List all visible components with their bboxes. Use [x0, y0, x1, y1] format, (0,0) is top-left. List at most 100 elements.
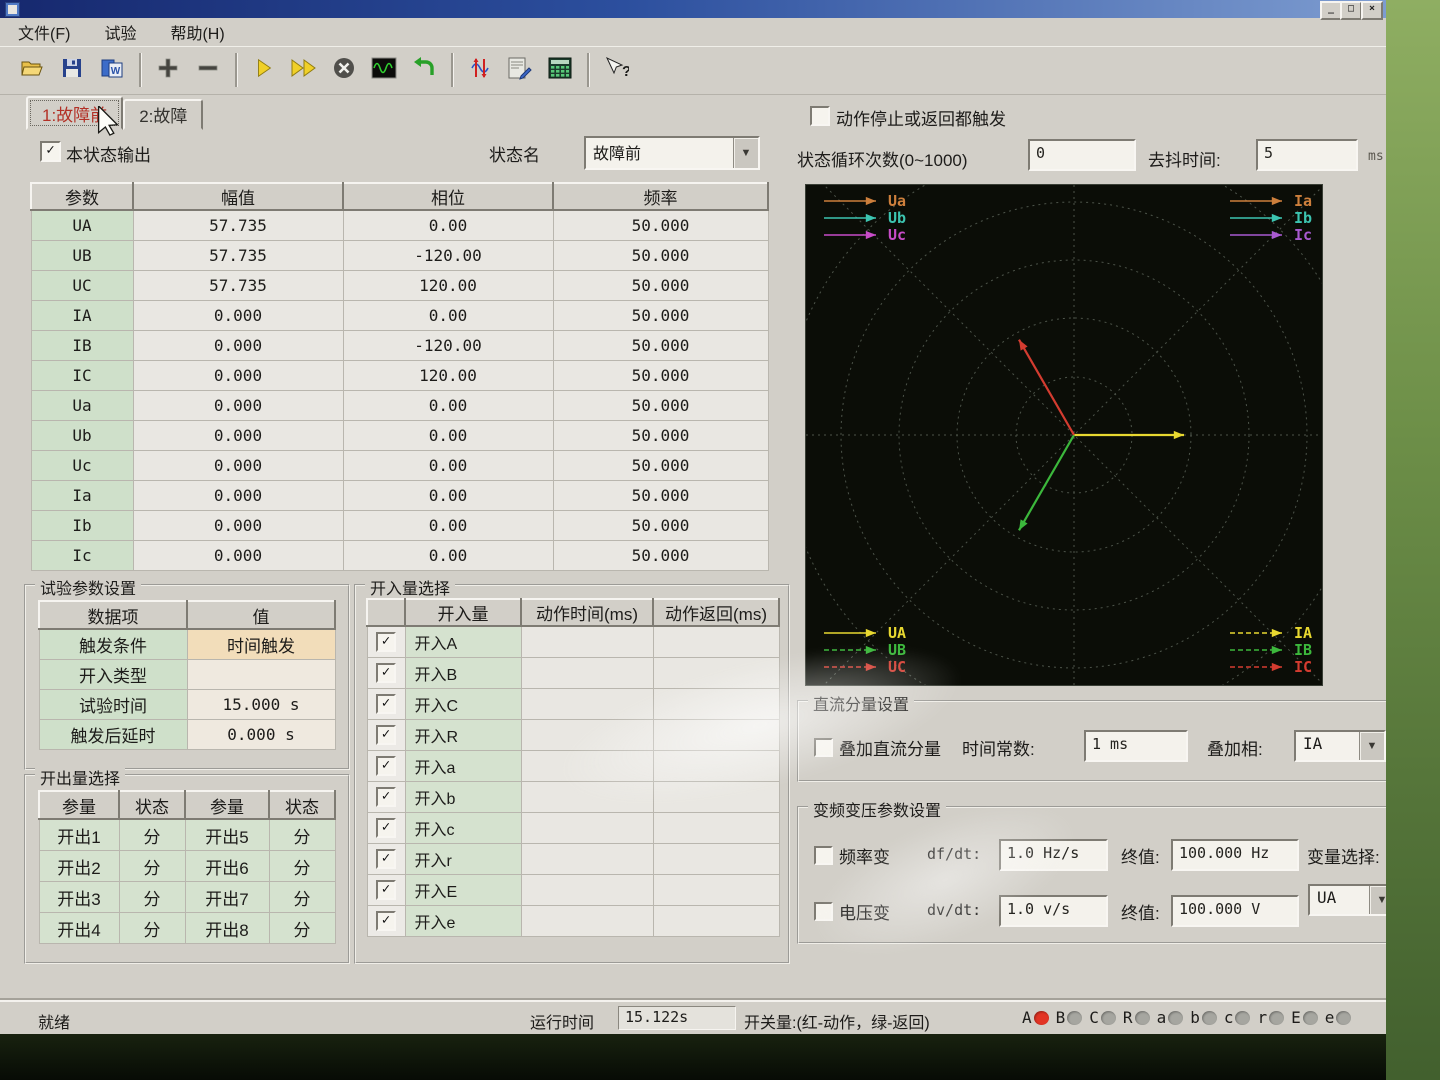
param-value[interactable]: 50.000 [553, 451, 768, 481]
tab-2[interactable]: 2:故障 [123, 99, 203, 130]
action-return-cell[interactable] [653, 906, 779, 937]
param-value[interactable]: 0.000 [133, 361, 343, 391]
param-value[interactable]: 50.000 [553, 511, 768, 541]
output-state[interactable]: 分 [119, 851, 185, 882]
param-value[interactable]: 50.000 [553, 421, 768, 451]
run-button[interactable] [244, 51, 284, 89]
chevron-down-icon[interactable]: ▼ [1359, 732, 1384, 760]
param-value[interactable]: 50.000 [553, 331, 768, 361]
param-value[interactable]: 50.000 [553, 481, 768, 511]
variable-select-dropdown[interactable]: UA ▼ [1308, 884, 1396, 916]
volt-end-input[interactable]: 100.000 V [1171, 895, 1299, 927]
state-output-checkbox[interactable]: ✓ [40, 141, 61, 162]
param-value[interactable]: 0.000 [133, 421, 343, 451]
action-return-cell[interactable] [653, 875, 779, 906]
param-value[interactable]: 50.000 [553, 361, 768, 391]
param-value[interactable]: 50.000 [553, 271, 768, 301]
param-value[interactable]: 50.000 [553, 241, 768, 271]
param-value[interactable]: 0.00 [343, 541, 553, 571]
param-value[interactable]: 0.00 [343, 301, 553, 331]
param-value[interactable]: 50.000 [553, 391, 768, 421]
dc-time-constant-input[interactable]: 1 ms [1084, 730, 1188, 762]
param-value[interactable]: 57.735 [133, 210, 343, 241]
action-time-cell[interactable] [521, 782, 653, 813]
action-time-cell[interactable] [521, 626, 653, 658]
menu-item-1[interactable]: 试验 [100, 18, 140, 46]
param-value[interactable]: 0.00 [343, 391, 553, 421]
action-return-cell[interactable] [653, 782, 779, 813]
param-value[interactable]: 0.00 [343, 421, 553, 451]
test-param-value[interactable]: 时间触发 [187, 629, 335, 660]
param-value[interactable]: 0.000 [133, 331, 343, 361]
action-time-cell[interactable] [521, 689, 653, 720]
freq-end-input[interactable]: 100.000 Hz [1171, 839, 1299, 871]
param-value[interactable]: 0.000 [133, 541, 343, 571]
action-return-cell[interactable] [653, 658, 779, 689]
action-time-cell[interactable] [521, 844, 653, 875]
action-return-cell[interactable] [653, 689, 779, 720]
freq-change-checkbox[interactable] [814, 846, 833, 865]
output-state[interactable]: 分 [269, 851, 335, 882]
param-value[interactable]: 0.00 [343, 481, 553, 511]
waveform-button[interactable] [364, 51, 404, 89]
param-value[interactable]: 50.000 [553, 301, 768, 331]
input-checkbox[interactable]: ✓ [376, 818, 396, 838]
dc-phase-dropdown[interactable]: IA ▼ [1294, 730, 1386, 762]
input-checkbox[interactable]: ✓ [376, 632, 396, 652]
param-value[interactable]: 0.00 [343, 210, 553, 241]
param-value[interactable]: -120.00 [343, 331, 553, 361]
action-return-cell[interactable] [653, 626, 779, 658]
trigger-mode-checkbox[interactable] [810, 106, 830, 126]
dfdt-input[interactable]: 1.0 Hz/s [999, 839, 1108, 871]
export-word-button[interactable]: W [92, 51, 132, 89]
input-checkbox[interactable]: ✓ [376, 880, 396, 900]
param-value[interactable]: 0.00 [343, 451, 553, 481]
param-value[interactable]: 0.000 [133, 391, 343, 421]
action-time-cell[interactable] [521, 875, 653, 906]
param-value[interactable]: -120.00 [343, 241, 553, 271]
test-param-value[interactable]: 0.000 s [187, 720, 335, 750]
test-param-value[interactable] [187, 660, 335, 690]
param-value[interactable]: 0.000 [133, 301, 343, 331]
param-value[interactable]: 57.735 [133, 241, 343, 271]
run-continuous-button[interactable] [284, 51, 324, 89]
volt-change-checkbox[interactable] [814, 902, 833, 921]
remove-button[interactable] [188, 51, 228, 89]
action-return-cell[interactable] [653, 844, 779, 875]
save-button[interactable] [52, 51, 92, 89]
test-param-value[interactable]: 15.000 s [187, 690, 335, 720]
state-name-dropdown[interactable]: 故障前 ▼ [584, 136, 760, 170]
input-checkbox[interactable]: ✓ [376, 756, 396, 776]
action-time-cell[interactable] [521, 658, 653, 689]
input-checkbox[interactable]: ✓ [376, 787, 396, 807]
dvdt-input[interactable]: 1.0 v/s [999, 895, 1108, 927]
param-value[interactable]: 57.735 [133, 271, 343, 301]
param-value[interactable]: 120.00 [343, 361, 553, 391]
param-value[interactable]: 50.000 [553, 210, 768, 241]
stop-button[interactable] [324, 51, 364, 89]
open-button[interactable] [12, 51, 52, 89]
param-value[interactable]: 120.00 [343, 271, 553, 301]
param-value[interactable]: 0.000 [133, 451, 343, 481]
output-state[interactable]: 分 [119, 913, 185, 944]
input-checkbox[interactable]: ✓ [376, 663, 396, 683]
input-checkbox[interactable]: ✓ [376, 694, 396, 714]
harmonic-button[interactable] [460, 51, 500, 89]
output-state[interactable]: 分 [269, 882, 335, 913]
param-value[interactable]: 50.000 [553, 541, 768, 571]
help-button[interactable]: ? [596, 51, 636, 89]
action-return-cell[interactable] [653, 813, 779, 844]
calculator-button[interactable] [540, 51, 580, 89]
input-checkbox[interactable]: ✓ [376, 911, 396, 931]
input-checkbox[interactable]: ✓ [376, 849, 396, 869]
chevron-down-icon[interactable]: ▼ [733, 138, 758, 168]
action-return-cell[interactable] [653, 751, 779, 782]
output-state[interactable]: 分 [119, 819, 185, 851]
param-value[interactable]: 0.00 [343, 511, 553, 541]
add-button[interactable] [148, 51, 188, 89]
param-value[interactable]: 0.000 [133, 481, 343, 511]
action-time-cell[interactable] [521, 751, 653, 782]
output-state[interactable]: 分 [119, 882, 185, 913]
action-time-cell[interactable] [521, 906, 653, 937]
menu-item-0[interactable]: 文件(F) [14, 18, 74, 46]
